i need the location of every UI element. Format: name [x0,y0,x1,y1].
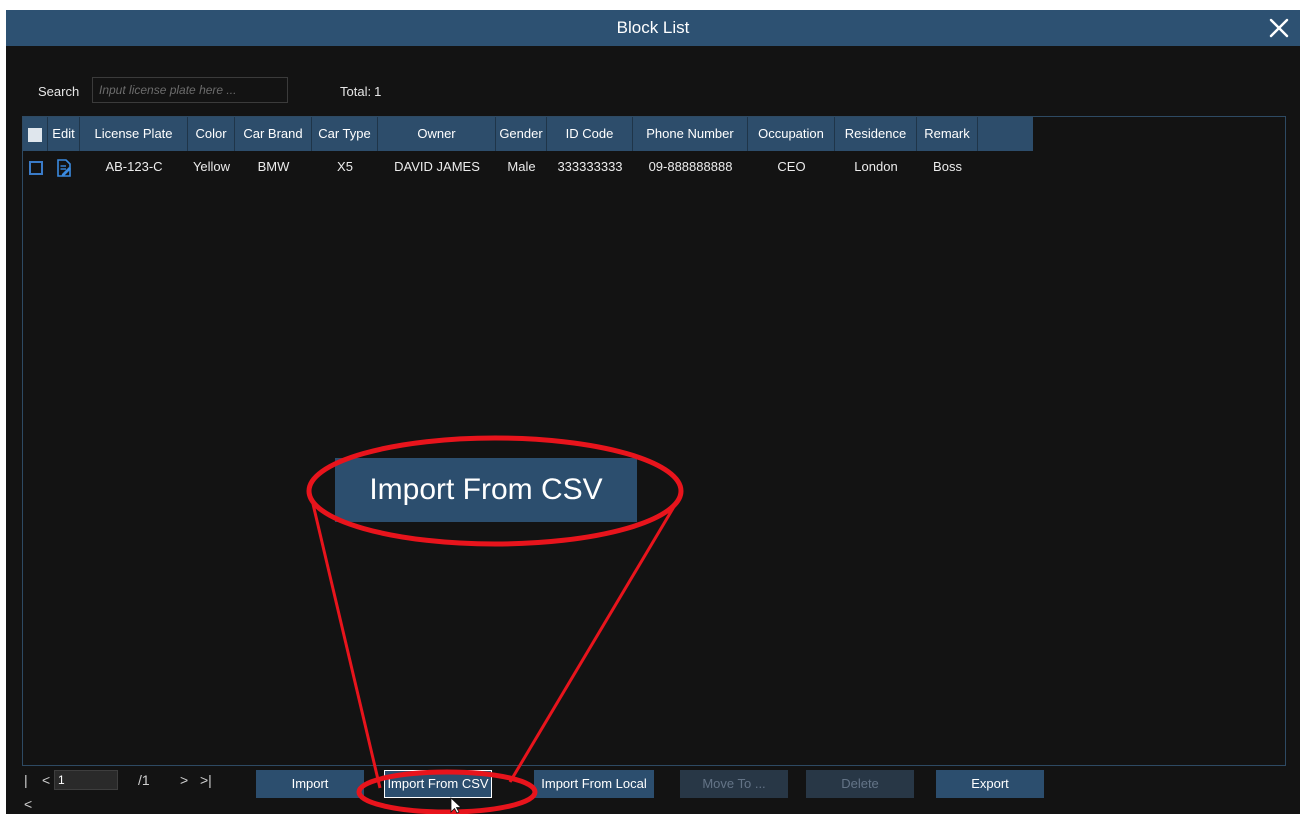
block-list-table: Edit License Plate Color Car Brand Car T… [22,116,1286,766]
col-phone-number: Phone Number [633,117,748,151]
table-row[interactable]: AB-123-C Yellow BMW X5 DAVID JAMES Male … [23,155,1033,179]
table-header: Edit License Plate Color Car Brand Car T… [23,117,1033,151]
page-number-input[interactable] [54,770,118,790]
col-edit: Edit [48,117,80,151]
col-gender: Gender [496,117,547,151]
move-to-button[interactable]: Move To ... [680,770,788,798]
first-page-button[interactable]: |< [24,768,32,816]
search-input[interactable] [92,77,288,103]
title-bar: Block List [6,10,1300,46]
close-icon[interactable] [1264,13,1294,43]
row-select-cell [23,155,48,179]
col-occupation: Occupation [748,117,835,151]
cell-remark: Boss [933,159,962,174]
delete-button[interactable]: Delete [806,770,914,798]
cell-color: Yellow [192,159,231,174]
select-all-cell [23,117,48,151]
cell-residence: London [854,159,898,174]
import-from-local-button[interactable]: Import From Local [534,770,654,798]
cell-license-plate: AB-123-C [105,159,163,174]
col-remark: Remark [917,117,978,151]
cell-occupation: CEO [777,159,806,174]
cell-id-code: 333333333 [557,159,623,174]
window-title: Block List [616,18,690,37]
col-car-brand: Car Brand [235,117,312,151]
cell-car-type: X5 [337,159,353,174]
prev-page-button[interactable]: < [42,768,50,792]
total-value: 1 [374,84,382,99]
import-from-csv-button[interactable]: Import From CSV [384,770,492,798]
cell-gender: Male [507,159,536,174]
total-label: Total: [340,84,372,99]
col-color: Color [188,117,235,151]
last-page-button[interactable]: >| [200,768,212,792]
col-license-plate: License Plate [80,117,188,151]
zoom-callout: Import From CSV [335,458,637,522]
total-count: Total: 1 [340,84,381,99]
next-page-button[interactable]: > [180,768,188,792]
col-residence: Residence [835,117,917,151]
col-id-code: ID Code [547,117,633,151]
block-list-window: Block List Search Total:1 Edit License P… [6,10,1300,814]
cell-car-brand: BMW [257,159,290,174]
page-total: /1 [138,772,150,788]
cell-phone-number: 09-888888888 [648,159,733,174]
search-label: Search [38,84,80,99]
row-edit-cell [48,155,80,179]
import-button[interactable]: Import [256,770,364,798]
export-button[interactable]: Export [936,770,1044,798]
col-owner: Owner [378,117,496,151]
row-checkbox[interactable] [28,160,43,175]
edit-icon[interactable] [56,158,72,177]
col-car-type: Car Type [312,117,378,151]
select-all-checkbox[interactable] [28,127,42,142]
cell-owner: DAVID JAMES [394,159,480,174]
